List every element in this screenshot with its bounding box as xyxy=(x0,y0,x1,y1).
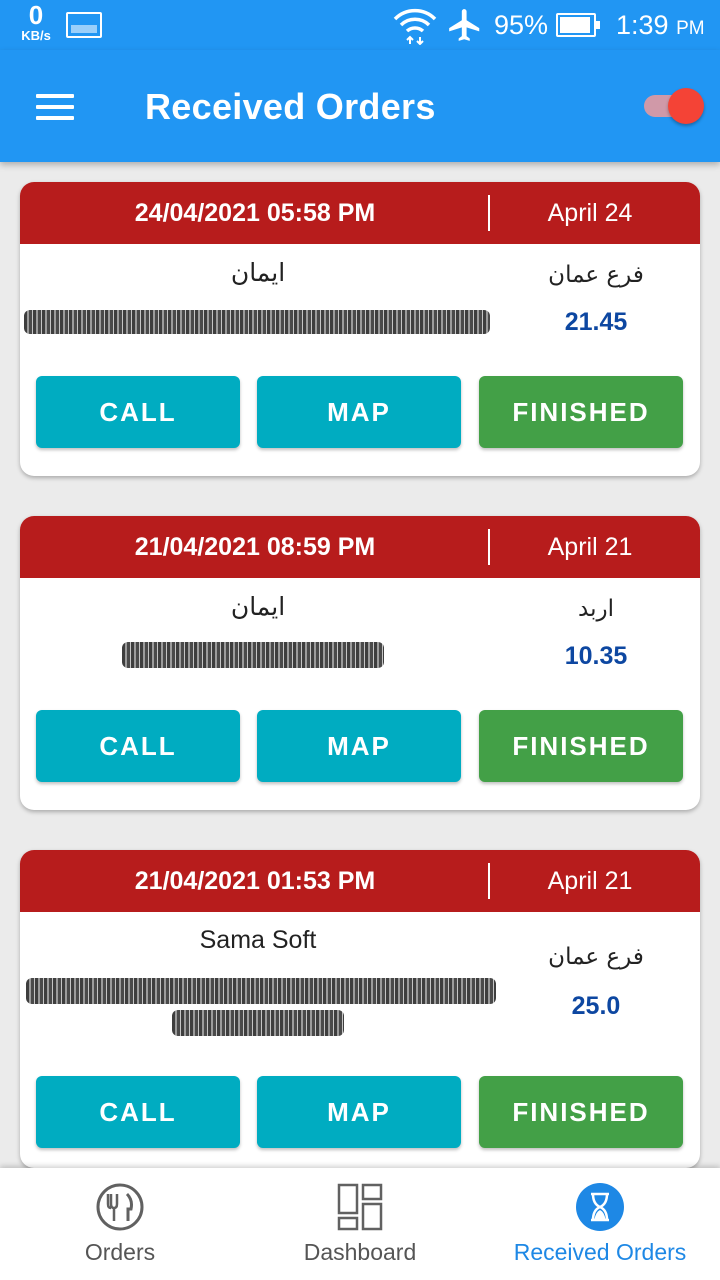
image-icon xyxy=(66,12,102,38)
clock-time: 1:39 xyxy=(616,10,669,40)
order-day: April 21 xyxy=(547,867,633,895)
page-title: Received Orders xyxy=(145,86,436,127)
order-amount: 25.0 xyxy=(571,992,621,1020)
nav-item-dashboard[interactable]: Dashboard xyxy=(240,1168,480,1280)
order-card-header: 21/04/2021 08:59 PM April 21 xyxy=(20,516,700,578)
nav-label-dashboard: Dashboard xyxy=(303,1239,417,1265)
order-datetime: 21/04/2021 08:59 PM xyxy=(134,533,376,561)
order-datetime: 24/04/2021 05:58 PM xyxy=(134,199,376,227)
hamburger-menu-icon[interactable] xyxy=(30,88,82,126)
nav-label-orders: Orders xyxy=(84,1239,156,1265)
nav-label-received-orders: Received Orders xyxy=(513,1239,687,1265)
network-speed-value: 0 xyxy=(28,0,44,30)
bottom-navigation: Orders Dashboard Received Orders xyxy=(0,1168,720,1280)
call-button[interactable]: CALL xyxy=(36,1076,240,1148)
clock-ampm: PM xyxy=(676,18,705,39)
toggle-thumb xyxy=(668,88,704,124)
address-redacted xyxy=(24,310,490,334)
branch-name: فرع عمان xyxy=(548,262,644,288)
finished-button[interactable]: FINISHED xyxy=(479,376,683,448)
order-amount: 21.45 xyxy=(564,308,628,336)
app-bar: Received Orders xyxy=(0,50,720,162)
finished-button[interactable]: FINISHED xyxy=(479,1076,683,1148)
order-card: 21/04/2021 01:53 PM April 21 Sama Soft ف… xyxy=(20,850,700,1168)
order-amount: 10.35 xyxy=(564,642,628,670)
call-button[interactable]: CALL xyxy=(36,376,240,448)
order-card-header: 21/04/2021 01:53 PM April 21 xyxy=(20,850,700,912)
customer-name: ايمان xyxy=(230,259,286,287)
order-card: 24/04/2021 05:58 PM April 24 ايمان فرع ع… xyxy=(20,182,700,476)
call-button[interactable]: CALL xyxy=(36,710,240,782)
order-card-header: 24/04/2021 05:58 PM April 24 xyxy=(20,182,700,244)
branch-name: اربد xyxy=(578,596,614,622)
network-speed-unit: KB/s xyxy=(21,28,51,43)
nav-item-orders[interactable]: Orders xyxy=(0,1168,240,1280)
map-button[interactable]: MAP xyxy=(257,710,461,782)
map-button[interactable]: MAP xyxy=(257,376,461,448)
airplane-mode-icon xyxy=(449,9,480,41)
order-card: 21/04/2021 08:59 PM April 21 ايمان اربد … xyxy=(20,516,700,810)
finished-button[interactable]: FINISHED xyxy=(479,710,683,782)
dashboard-grid-icon xyxy=(337,1183,383,1231)
customer-name: ايمان xyxy=(230,593,286,621)
hourglass-icon xyxy=(576,1183,624,1231)
address-redacted xyxy=(26,978,496,1004)
nav-item-received-orders[interactable]: Received Orders xyxy=(480,1168,720,1280)
order-datetime: 21/04/2021 01:53 PM xyxy=(134,867,376,895)
customer-name: Sama Soft xyxy=(199,926,317,954)
address-redacted xyxy=(122,642,384,668)
network-speed: 0 KB/s xyxy=(14,2,58,42)
wifi-icon xyxy=(393,8,437,45)
battery-icon xyxy=(556,13,600,37)
status-toggle[interactable] xyxy=(644,88,706,124)
map-button[interactable]: MAP xyxy=(257,1076,461,1148)
order-day: April 24 xyxy=(547,199,633,227)
branch-name: فرع عمان xyxy=(548,944,644,970)
battery-percent: 95% xyxy=(494,10,549,40)
status-bar: 0 KB/s 95% 1:39 PM xyxy=(0,0,720,50)
fork-knife-plate-icon xyxy=(96,1183,144,1231)
order-day: April 21 xyxy=(547,533,633,561)
clock: 1:39 PM xyxy=(616,10,705,41)
address-redacted xyxy=(172,1010,344,1036)
